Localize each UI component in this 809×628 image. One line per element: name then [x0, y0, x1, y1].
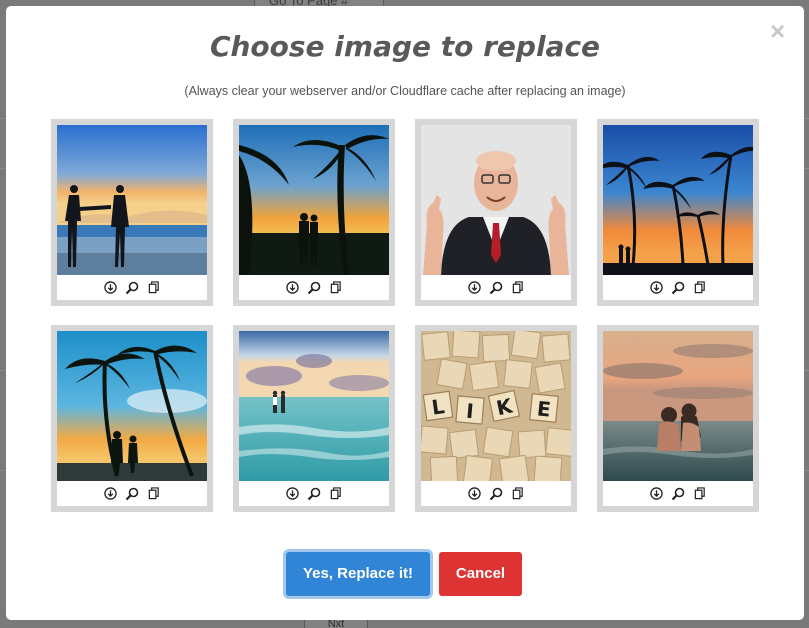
couple-in-ocean-dusk-photo[interactable] [603, 331, 753, 481]
download-icon[interactable] [467, 487, 481, 501]
copy-icon[interactable] [511, 487, 525, 501]
image-toolbar [603, 275, 753, 300]
confirm-replace-button[interactable]: Yes, Replace it! [286, 552, 430, 596]
download-icon[interactable] [103, 281, 117, 295]
copy-icon[interactable] [693, 487, 707, 501]
copy-icon[interactable] [329, 281, 343, 295]
image-card[interactable] [233, 119, 395, 306]
old-man-thumbs-up-photo[interactable] [421, 125, 571, 275]
download-icon[interactable] [103, 487, 117, 501]
copy-icon[interactable] [147, 281, 161, 295]
image-toolbar [421, 481, 571, 506]
download-icon[interactable] [285, 487, 299, 501]
replace-image-dialog: × Choose image to replace (Always clear … [6, 6, 804, 620]
couple-under-palms-blue-sky-photo[interactable] [57, 331, 207, 481]
download-icon[interactable] [285, 281, 299, 295]
zoom-icon[interactable] [489, 487, 503, 501]
image-card[interactable] [233, 325, 395, 512]
scrabble-tiles-like-photo[interactable]: L I K E [421, 331, 571, 481]
couple-beach-sunset-photo[interactable] [57, 125, 207, 275]
image-card[interactable] [51, 119, 213, 306]
copy-icon[interactable] [329, 487, 343, 501]
zoom-icon[interactable] [125, 281, 139, 295]
image-card[interactable] [597, 119, 759, 306]
zoom-icon[interactable] [307, 487, 321, 501]
dialog-title: Choose image to replace [209, 30, 601, 63]
download-icon[interactable] [649, 281, 663, 295]
copy-icon[interactable] [511, 281, 525, 295]
dialog-subtitle: (Always clear your webserver and/or Clou… [184, 84, 626, 98]
svg-text:E: E [536, 396, 552, 421]
zoom-icon[interactable] [489, 281, 503, 295]
zoom-icon[interactable] [125, 487, 139, 501]
image-toolbar [239, 481, 389, 506]
zoom-icon[interactable] [671, 281, 685, 295]
image-toolbar [57, 481, 207, 506]
download-icon[interactable] [649, 487, 663, 501]
cancel-button[interactable]: Cancel [439, 552, 522, 596]
image-toolbar [57, 275, 207, 300]
couple-palm-trees-sunset-photo[interactable] [239, 125, 389, 275]
download-icon[interactable] [467, 281, 481, 295]
image-toolbar [603, 481, 753, 506]
palm-trees-silhouette-sunset-photo[interactable] [603, 125, 753, 275]
image-card[interactable] [415, 119, 577, 306]
image-card[interactable]: L I K E [415, 325, 577, 512]
copy-icon[interactable] [147, 487, 161, 501]
zoom-icon[interactable] [671, 487, 685, 501]
copy-icon[interactable] [693, 281, 707, 295]
image-card[interactable] [51, 325, 213, 512]
couple-in-sea-photo[interactable] [239, 331, 389, 481]
image-toolbar [421, 275, 571, 300]
zoom-icon[interactable] [307, 281, 321, 295]
image-toolbar [239, 275, 389, 300]
image-card[interactable] [597, 325, 759, 512]
